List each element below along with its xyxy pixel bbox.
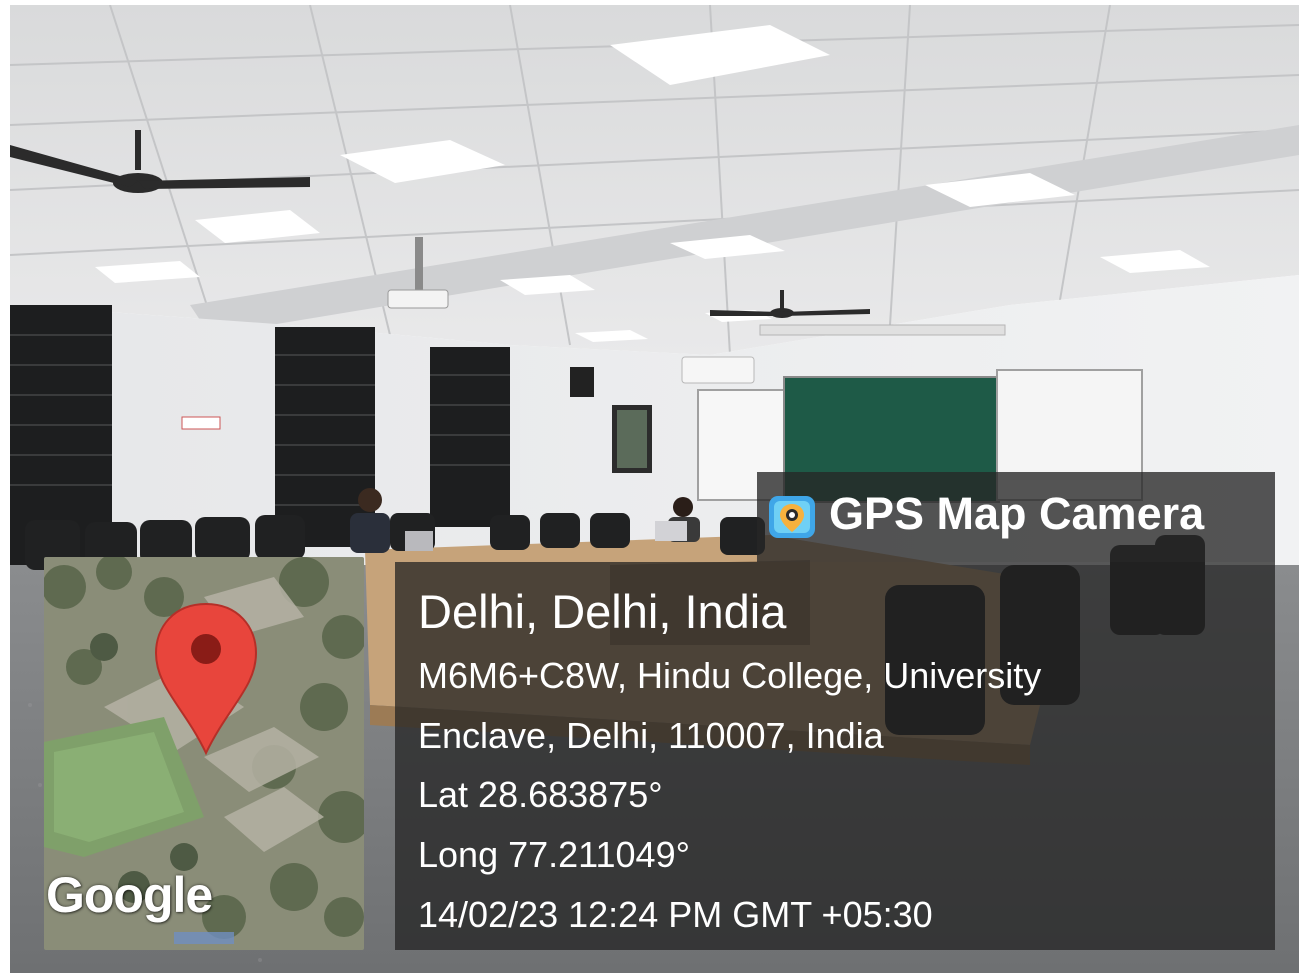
google-attribution: Google bbox=[46, 867, 213, 923]
location-info-panel: Delhi, Delhi, India M6M6+C8W, Hindu Coll… bbox=[395, 562, 1275, 950]
app-name: GPS Map Camera bbox=[829, 488, 1205, 539]
address-line-2: Enclave, Delhi, 110007, India bbox=[418, 715, 884, 756]
app-title-panel: GPS Map Camera bbox=[757, 472, 1275, 562]
satellite-map-thumbnail[interactable]: Google bbox=[44, 557, 364, 950]
map-pin-camera-icon bbox=[769, 496, 815, 538]
timestamp: 14/02/23 12:24 PM GMT +05:30 bbox=[418, 894, 933, 935]
location-title: Delhi, Delhi, India bbox=[418, 585, 787, 638]
latitude: Lat 28.683875° bbox=[418, 774, 663, 815]
longitude: Long 77.211049° bbox=[418, 834, 690, 875]
address-line-1: M6M6+C8W, Hindu College, University bbox=[418, 655, 1042, 696]
